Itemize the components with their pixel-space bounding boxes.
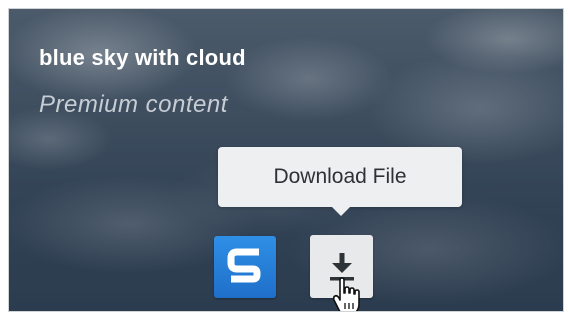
asset-title: blue sky with cloud — [39, 45, 246, 70]
snagit-s-logo-icon — [227, 248, 261, 283]
snagit-button[interactable] — [214, 236, 276, 298]
premium-label: Premium content — [39, 91, 228, 118]
download-tooltip: Download File — [218, 147, 462, 207]
hand-pointer-icon — [332, 277, 360, 311]
tooltip-text: Download File — [273, 165, 407, 188]
tooltip-arrow — [331, 206, 351, 216]
image-card[interactable]: blue sky with cloud Premium content Down… — [8, 8, 564, 312]
